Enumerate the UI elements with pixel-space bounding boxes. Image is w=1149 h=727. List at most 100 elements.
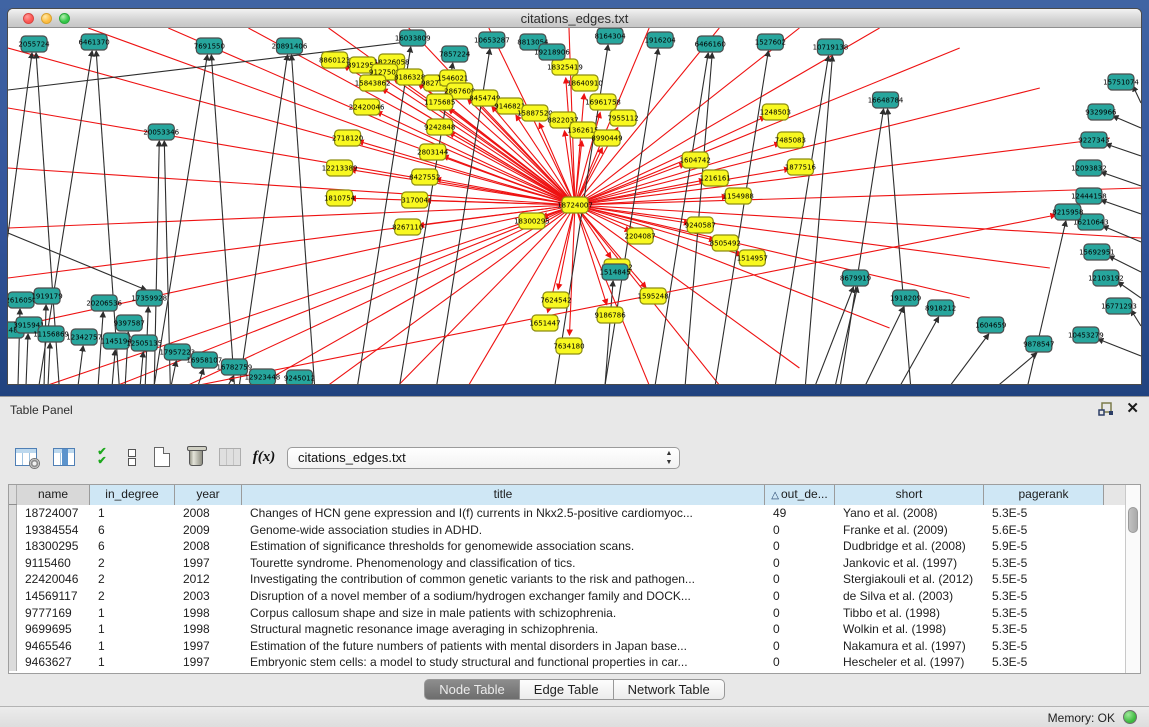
cell-pagerank[interactable]: 5.5E-5 bbox=[984, 571, 1104, 588]
cell-in_degree[interactable]: 1 bbox=[90, 654, 175, 671]
scrollbar-thumb[interactable] bbox=[1128, 507, 1138, 533]
cell-name[interactable]: 9465546 bbox=[17, 638, 90, 655]
network-node[interactable]: 12103192 bbox=[1088, 270, 1124, 286]
network-edge[interactable] bbox=[1131, 310, 1141, 326]
network-node[interactable]: 1604659 bbox=[975, 317, 1006, 333]
cell-year[interactable]: 1997 bbox=[175, 555, 242, 572]
network-edge[interactable] bbox=[358, 47, 411, 385]
network-node[interactable]: 1651447 bbox=[529, 315, 560, 331]
network-edge[interactable] bbox=[48, 343, 50, 385]
cell-year[interactable]: 2008 bbox=[175, 538, 242, 555]
cell-name[interactable]: 18724007 bbox=[17, 505, 90, 522]
table-row[interactable]: 946362711997Embryonic stem cells: a mode… bbox=[9, 654, 1140, 671]
network-node[interactable]: 15887520 bbox=[517, 105, 553, 121]
network-node[interactable]: 7634180 bbox=[553, 338, 584, 354]
network-node[interactable]: 1175685 bbox=[424, 94, 455, 110]
cell-name[interactable]: 9777169 bbox=[17, 605, 90, 622]
network-edge[interactable] bbox=[98, 312, 103, 385]
network-node[interactable]: 9878547 bbox=[1023, 336, 1054, 352]
network-edge[interactable] bbox=[26, 334, 28, 385]
network-node[interactable]: 12093832 bbox=[1071, 160, 1107, 176]
network-node[interactable]: 9186786 bbox=[594, 307, 626, 323]
network-node[interactable]: 1810754 bbox=[324, 190, 356, 206]
network-node[interactable]: 9227343 bbox=[1078, 132, 1109, 148]
network-node[interactable]: 7857224 bbox=[439, 46, 471, 62]
cell-title[interactable]: Disruption of a novel member of a sodium… bbox=[242, 588, 765, 605]
network-node[interactable]: 2803144 bbox=[417, 144, 449, 160]
select-rows-icon[interactable]: ✔✔ bbox=[88, 443, 116, 471]
network-node[interactable]: 7691550 bbox=[194, 38, 225, 54]
cell-short[interactable]: Nakamura et al. (1997) bbox=[835, 638, 984, 655]
cell-out_de[interactable]: 49 bbox=[765, 505, 835, 522]
cell-pagerank[interactable]: 5.9E-5 bbox=[984, 538, 1104, 555]
cell-year[interactable]: 2003 bbox=[175, 588, 242, 605]
network-edge[interactable] bbox=[575, 205, 970, 298]
function-builder-icon[interactable]: f(x) bbox=[250, 443, 278, 471]
network-edge[interactable] bbox=[605, 281, 613, 385]
network-node[interactable]: 9146821 bbox=[494, 98, 525, 114]
network-edge[interactable] bbox=[198, 369, 203, 385]
table-selector[interactable]: citations_edges.txt bbox=[287, 447, 680, 469]
network-edge[interactable] bbox=[1101, 172, 1141, 186]
cell-short[interactable]: Jankovic et al. (1997) bbox=[835, 555, 984, 572]
window-titlebar[interactable]: citations_edges.txt bbox=[8, 9, 1141, 28]
table-row[interactable]: 977716911998Corpus callosum shape and si… bbox=[9, 605, 1140, 622]
cell-title[interactable]: Embryonic stem cells: a model to study s… bbox=[242, 654, 765, 671]
cell-title[interactable]: Estimation of significance thresholds fo… bbox=[242, 538, 765, 555]
network-edge[interactable] bbox=[1028, 221, 1066, 385]
network-node[interactable]: 20206536 bbox=[86, 295, 122, 311]
network-node[interactable]: 8918212 bbox=[925, 300, 956, 316]
network-edge[interactable] bbox=[575, 138, 1110, 205]
cell-year[interactable]: 1998 bbox=[175, 621, 242, 638]
network-node[interactable]: 6461370 bbox=[79, 34, 110, 50]
network-node[interactable]: 1527602 bbox=[755, 34, 786, 50]
cell-out_de[interactable]: 0 bbox=[765, 522, 835, 539]
table-row[interactable]: 911546021997Tourette syndrome. Phenomeno… bbox=[9, 555, 1140, 572]
cell-title[interactable]: Estimation of the future numbers of pati… bbox=[242, 638, 765, 655]
network-node[interactable]: 2616050 bbox=[8, 292, 37, 308]
cell-in_degree[interactable]: 1 bbox=[90, 621, 175, 638]
network-edge[interactable] bbox=[1098, 339, 1141, 356]
cell-pagerank[interactable]: 5.3E-5 bbox=[984, 588, 1104, 605]
network-edge[interactable] bbox=[715, 51, 768, 385]
cell-pagerank[interactable]: 5.3E-5 bbox=[984, 621, 1104, 638]
cell-name[interactable]: 19384554 bbox=[17, 522, 90, 539]
cell-in_degree[interactable]: 2 bbox=[90, 588, 175, 605]
network-node[interactable]: 12923448 bbox=[245, 369, 281, 385]
network-node[interactable]: 18640910 bbox=[567, 75, 603, 91]
network-node[interactable]: 11156869 bbox=[33, 326, 69, 342]
network-node[interactable]: 8505492 bbox=[710, 235, 741, 251]
combo-stepper-icon[interactable]: ▲▼ bbox=[662, 449, 676, 467]
cell-title[interactable]: Corpus callosum shape and size in male p… bbox=[242, 605, 765, 622]
network-edge[interactable] bbox=[840, 109, 883, 385]
network-node[interactable]: 9397587 bbox=[114, 315, 145, 331]
cell-short[interactable]: Tibbo et al. (1998) bbox=[835, 605, 984, 622]
network-edge[interactable] bbox=[8, 233, 146, 290]
network-node[interactable]: 12444158 bbox=[1071, 188, 1107, 204]
network-edge[interactable] bbox=[1106, 144, 1141, 156]
cell-short[interactable]: Dudbridge et al. (2008) bbox=[835, 538, 984, 555]
cell-pagerank[interactable]: 5.3E-5 bbox=[984, 555, 1104, 572]
network-node[interactable]: 1918209 bbox=[890, 290, 921, 306]
network-node[interactable]: 1514957 bbox=[737, 250, 768, 266]
cell-short[interactable]: Hescheler et al. (1997) bbox=[835, 654, 984, 671]
network-node[interactable]: 12213389 bbox=[322, 160, 358, 176]
cell-year[interactable]: 2009 bbox=[175, 522, 242, 539]
network-node[interactable]: 10453279 bbox=[1068, 327, 1104, 343]
network-node[interactable]: 15751074 bbox=[1103, 74, 1139, 90]
network-node[interactable]: 10719138 bbox=[813, 39, 849, 55]
network-edge[interactable] bbox=[866, 307, 904, 385]
network-node[interactable]: 2718120 bbox=[332, 130, 363, 146]
delete-table-icon[interactable] bbox=[182, 443, 210, 471]
network-node[interactable]: 1514845 bbox=[599, 264, 630, 280]
show-column-icon[interactable] bbox=[50, 443, 78, 471]
cell-out_de[interactable]: 0 bbox=[765, 555, 835, 572]
column-header-in_degree[interactable]: in_degree bbox=[90, 485, 175, 505]
network-node[interactable]: 6466160 bbox=[695, 36, 726, 52]
cell-out_de[interactable]: 0 bbox=[765, 621, 835, 638]
cell-out_de[interactable]: 0 bbox=[765, 538, 835, 555]
network-edge[interactable] bbox=[1101, 200, 1141, 214]
cell-out_de[interactable]: 0 bbox=[765, 654, 835, 671]
network-node[interactable]: 9329966 bbox=[1085, 104, 1117, 120]
cell-title[interactable]: Genome-wide association studies in ADHD. bbox=[242, 522, 765, 539]
